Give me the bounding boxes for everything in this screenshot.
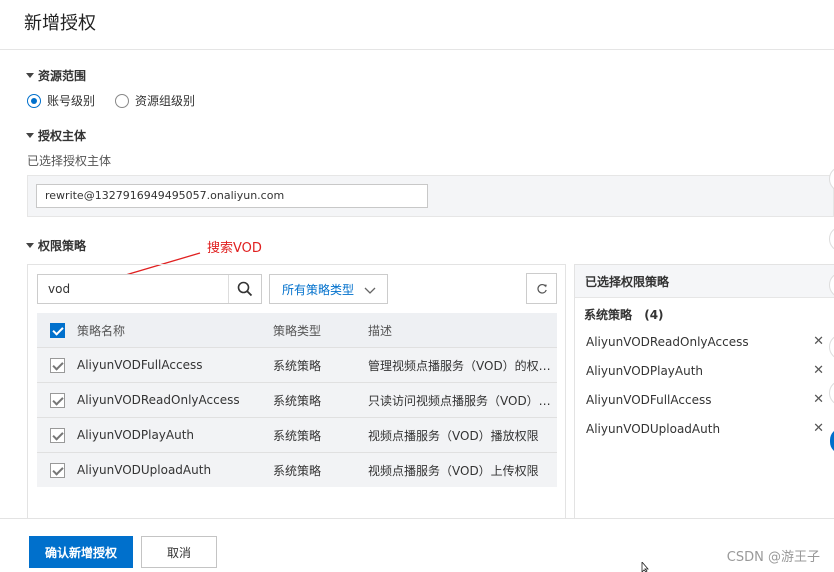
group-count: (4) — [644, 308, 664, 322]
policy-name: AliyunVODFullAccess — [77, 358, 203, 372]
selected-policy-item: AliyunVODPlayAuth ✕ — [575, 356, 834, 385]
policy-desc: 视频点播服务（VOD）上传权限 — [368, 463, 539, 478]
close-icon[interactable]: ✕ — [813, 363, 824, 378]
selected-policy-name: AliyunVODReadOnlyAccess — [586, 334, 749, 349]
row-checkbox[interactable] — [49, 462, 65, 478]
annotation-text: 搜索VOD — [207, 241, 262, 256]
group-label: 系统策略 — [584, 308, 633, 322]
search-icon — [237, 281, 253, 297]
selected-policy-item: AliyunVODUploadAuth ✕ — [575, 414, 834, 443]
dialog-header: 新增授权 — [0, 0, 834, 50]
caret-down-icon — [26, 73, 34, 78]
policy-type: 系统策略 — [273, 358, 322, 373]
policy-desc: 管理视频点播服务（VOD）的权… — [368, 358, 551, 373]
scope-radio-group: 账号级别 资源组级别 — [27, 92, 215, 109]
policy-desc: 只读访问视频点播服务（VOD）… — [368, 393, 551, 408]
caret-down-icon — [26, 133, 34, 138]
close-icon[interactable]: ✕ — [813, 334, 824, 349]
selected-group-header: 系统策略 (4) — [584, 306, 834, 323]
confirm-button[interactable]: 确认新增授权 — [29, 536, 133, 568]
policy-desc: 视频点播服务（VOD）播放权限 — [368, 428, 539, 443]
radio-resource-group-level[interactable] — [115, 93, 130, 108]
selected-policy-item: AliyunVODFullAccess ✕ — [575, 385, 834, 414]
chevron-down-icon — [364, 287, 376, 294]
table-header: 策略名称 策略类型 描述 — [37, 313, 557, 347]
select-all-checkbox[interactable] — [49, 322, 65, 338]
selected-principal-label: 已选择授权主体 — [27, 154, 112, 168]
row-checkbox[interactable] — [49, 427, 65, 443]
section-title-label: 资源范围 — [38, 69, 87, 83]
refresh-icon — [536, 283, 547, 294]
watermark: CSDN @游王子 — [726, 550, 820, 565]
radio-label[interactable]: 账号级别 — [47, 92, 95, 109]
row-checkbox[interactable] — [49, 392, 65, 408]
policy-picker-panel: vod 所有策略类型 策略名称 策略类型 描述 AliyunVODFullAcc… — [27, 264, 566, 519]
section-principal[interactable]: 授权主体 — [26, 127, 86, 144]
page-title: 新增授权 — [24, 13, 96, 34]
policy-name: AliyunVODUploadAuth — [77, 463, 212, 477]
table-row[interactable]: AliyunVODPlayAuth 系统策略 视频点播服务（VOD）播放权限 — [37, 417, 557, 452]
table-row[interactable]: AliyunVODFullAccess 系统策略 管理视频点播服务（VOD）的权… — [37, 347, 557, 382]
close-icon[interactable]: ✕ — [813, 421, 824, 436]
search-input[interactable]: vod — [38, 282, 228, 296]
cancel-button[interactable]: 取消 — [141, 536, 217, 568]
row-checkbox[interactable] — [49, 357, 65, 373]
refresh-button[interactable] — [526, 273, 557, 304]
close-icon[interactable]: ✕ — [813, 392, 824, 407]
policy-type: 系统策略 — [273, 428, 322, 443]
section-policies[interactable]: 权限策略 — [26, 237, 86, 254]
search-button[interactable] — [228, 275, 261, 303]
policy-search[interactable]: vod — [37, 274, 262, 304]
policy-type: 系统策略 — [273, 393, 322, 408]
column-header-type: 策略类型 — [273, 323, 322, 338]
floating-tool-button[interactable] — [829, 226, 834, 252]
column-header-name: 策略名称 — [77, 323, 126, 338]
section-title-label: 权限策略 — [38, 239, 87, 253]
selected-policies-title: 已选择权限策略 — [575, 265, 834, 298]
section-resource-scope[interactable]: 资源范围 — [26, 67, 86, 84]
section-title-label: 授权主体 — [38, 129, 87, 143]
radio-label[interactable]: 资源组级别 — [135, 92, 195, 109]
policy-type: 系统策略 — [273, 463, 322, 478]
policy-name: AliyunVODPlayAuth — [77, 428, 195, 442]
selected-policy-item: AliyunVODReadOnlyAccess ✕ — [575, 327, 834, 356]
table-row[interactable]: AliyunVODUploadAuth 系统策略 视频点播服务（VOD）上传权限 — [37, 452, 557, 487]
table-row[interactable]: AliyunVODReadOnlyAccess 系统策略 只读访问视频点播服务（… — [37, 382, 557, 417]
caret-down-icon — [26, 243, 34, 248]
policy-type-select[interactable]: 所有策略类型 — [269, 274, 388, 304]
select-value: 所有策略类型 — [282, 282, 355, 297]
policy-name: AliyunVODReadOnlyAccess — [77, 393, 240, 407]
principal-container: rewrite@1327916949495057.onaliyun.com — [27, 175, 834, 217]
selected-policy-name: AliyunVODFullAccess — [586, 392, 712, 407]
radio-account-level[interactable] — [27, 93, 41, 108]
column-header-desc: 描述 — [368, 323, 393, 338]
selected-policy-name: AliyunVODPlayAuth — [586, 363, 704, 378]
principal-tag[interactable]: rewrite@1327916949495057.onaliyun.com — [36, 184, 428, 208]
selected-policy-name: AliyunVODUploadAuth — [586, 421, 721, 436]
policy-table: 策略名称 策略类型 描述 AliyunVODFullAccess 系统策略 管理… — [37, 313, 557, 487]
dialog-footer: 确认新增授权 取消 CSDN @游王子 — [0, 518, 834, 572]
selected-policies-panel: 已选择权限策略 系统策略 (4) AliyunVODReadOnlyAccess… — [574, 264, 834, 519]
mouse-cursor-icon — [641, 562, 649, 572]
